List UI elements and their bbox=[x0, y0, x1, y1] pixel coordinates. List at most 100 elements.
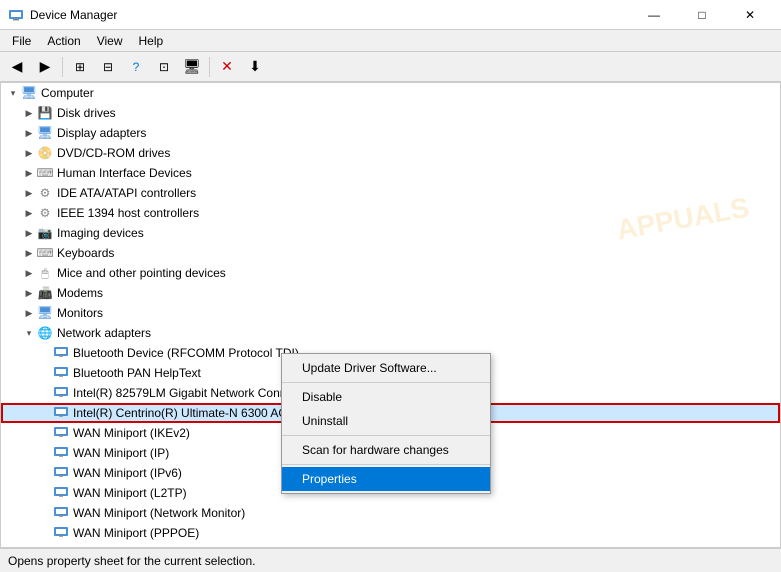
title-bar: Device Manager — □ ✕ bbox=[0, 0, 781, 30]
scan-button[interactable]: ⬇ bbox=[242, 55, 268, 79]
label-computer: Computer bbox=[41, 86, 94, 100]
label-monitors: Monitors bbox=[57, 306, 103, 320]
label-hid: Human Interface Devices bbox=[57, 166, 192, 180]
tree-item-wan-netmon[interactable]: ▶ WAN Miniport (Network Monitor) bbox=[1, 503, 780, 523]
icon-wan-pppoe bbox=[53, 525, 69, 541]
label-display: Display adapters bbox=[57, 126, 146, 140]
expand-icon-ide: ▶ bbox=[21, 185, 37, 201]
label-intel-centrino: Intel(R) Centrino(R) Ultimate-N 6300 AGN bbox=[73, 406, 296, 420]
tree-item-modems[interactable]: ▶ 📠 Modems bbox=[1, 283, 780, 303]
context-menu-disable[interactable]: Disable bbox=[282, 385, 490, 409]
label-ieee: IEEE 1394 host controllers bbox=[57, 206, 199, 220]
tree-item-ide[interactable]: ▶ ⚙ IDE ATA/ATAPI controllers bbox=[1, 183, 780, 203]
expand-icon-imaging: ▶ bbox=[21, 225, 37, 241]
update-driver-button[interactable]: ⊟ bbox=[95, 55, 121, 79]
icon-keyboard: ⌨ bbox=[37, 245, 53, 261]
label-wan-ipv6: WAN Miniport (IPv6) bbox=[73, 466, 182, 480]
context-menu-scan[interactable]: Scan for hardware changes bbox=[282, 438, 490, 462]
device-manager-button[interactable]: ⊡ bbox=[151, 55, 177, 79]
tree-item-network[interactable]: ▾ 🌐 Network adapters bbox=[1, 323, 780, 343]
help-button[interactable]: ? bbox=[123, 55, 149, 79]
expand-icon-monitors: ▶ bbox=[21, 305, 37, 321]
back-button[interactable]: ◀ bbox=[4, 55, 30, 79]
context-menu-uninstall[interactable]: Uninstall bbox=[282, 409, 490, 433]
device-tree[interactable]: APPUALS ▾ 🖥 Computer ▶ 💾 Disk drives ▶ 🖥… bbox=[0, 82, 781, 548]
app-icon bbox=[8, 7, 24, 23]
icon-wan-netmon bbox=[53, 505, 69, 521]
icon-wan-ip bbox=[53, 445, 69, 461]
tree-item-ieee[interactable]: ▶ ⚙ IEEE 1394 host controllers bbox=[1, 203, 780, 223]
label-disk: Disk drives bbox=[57, 106, 116, 120]
label-keyboard: Keyboards bbox=[57, 246, 114, 260]
icon-dvd: 📀 bbox=[37, 145, 53, 161]
menu-help[interactable]: Help bbox=[131, 32, 172, 50]
label-wan-ikev2: WAN Miniport (IKEv2) bbox=[73, 426, 190, 440]
tree-item-imaging[interactable]: ▶ 📷 Imaging devices bbox=[1, 223, 780, 243]
status-bar: Opens property sheet for the current sel… bbox=[0, 548, 781, 572]
icon-bluetooth1 bbox=[53, 345, 69, 361]
menu-file[interactable]: File bbox=[4, 32, 39, 50]
label-wan-pppoe: WAN Miniport (PPPOE) bbox=[73, 526, 199, 540]
icon-computer: 🖥 bbox=[21, 85, 37, 101]
window-title: Device Manager bbox=[30, 8, 117, 22]
tree-item-display[interactable]: ▶ 🖥 Display adapters bbox=[1, 123, 780, 143]
tree-item-mice[interactable]: ▶ 🖱 Mice and other pointing devices bbox=[1, 263, 780, 283]
icon-network: 🌐 bbox=[37, 325, 53, 341]
icon-wan-ipv6 bbox=[53, 465, 69, 481]
label-wan-l2tp: WAN Miniport (L2TP) bbox=[73, 486, 187, 500]
minimize-button[interactable]: — bbox=[631, 0, 677, 30]
icon-mice: 🖱 bbox=[37, 265, 53, 281]
icon-disk: 💾 bbox=[37, 105, 53, 121]
context-menu-sep-2 bbox=[282, 435, 490, 436]
context-menu-properties[interactable]: Properties bbox=[282, 467, 490, 491]
expand-icon-mice: ▶ bbox=[21, 265, 37, 281]
expand-icon-disk: ▶ bbox=[21, 105, 37, 121]
tree-item-wan-pppoe[interactable]: ▶ WAN Miniport (PPPOE) bbox=[1, 523, 780, 543]
expand-icon-hid: ▶ bbox=[21, 165, 37, 181]
icon-ieee: ⚙ bbox=[37, 205, 53, 221]
icon-imaging: 📷 bbox=[37, 225, 53, 241]
icon-wan-l2tp bbox=[53, 485, 69, 501]
menu-action[interactable]: Action bbox=[39, 32, 88, 50]
expand-icon-computer: ▾ bbox=[5, 85, 21, 101]
icon-hid: ⌨ bbox=[37, 165, 53, 181]
context-menu-update[interactable]: Update Driver Software... bbox=[282, 356, 490, 380]
maximize-button[interactable]: □ bbox=[679, 0, 725, 30]
tree-item-hid[interactable]: ▶ ⌨ Human Interface Devices bbox=[1, 163, 780, 183]
toolbar-sep-1 bbox=[62, 57, 63, 77]
expand-icon-dvd: ▶ bbox=[21, 145, 37, 161]
tree-item-dvd[interactable]: ▶ 📀 DVD/CD-ROM drives bbox=[1, 143, 780, 163]
properties-button[interactable]: ⊞ bbox=[67, 55, 93, 79]
label-dvd: DVD/CD-ROM drives bbox=[57, 146, 170, 160]
label-ide: IDE ATA/ATAPI controllers bbox=[57, 186, 196, 200]
label-modems: Modems bbox=[57, 286, 103, 300]
tree-item-keyboard[interactable]: ▶ ⌨ Keyboards bbox=[1, 243, 780, 263]
tree-item-wan-pptp[interactable]: ▶ WAN Miniport (PPTP) bbox=[1, 543, 780, 548]
label-wan-netmon: WAN Miniport (Network Monitor) bbox=[73, 506, 245, 520]
show-devices-button[interactable]: 🖥 bbox=[179, 55, 205, 79]
label-wan-pptp: WAN Miniport (PPTP) bbox=[73, 546, 189, 548]
label-imaging: Imaging devices bbox=[57, 226, 144, 240]
icon-wan-pptp bbox=[53, 545, 69, 548]
icon-intel82579 bbox=[53, 385, 69, 401]
tree-item-computer[interactable]: ▾ 🖥 Computer bbox=[1, 83, 780, 103]
expand-icon-modems: ▶ bbox=[21, 285, 37, 301]
expand-icon-display: ▶ bbox=[21, 125, 37, 141]
icon-monitor: 🖥 bbox=[37, 305, 53, 321]
close-button[interactable]: ✕ bbox=[727, 0, 773, 30]
label-bluetooth1: Bluetooth Device (RFCOMM Protocol TDI) bbox=[73, 346, 299, 360]
tree-item-disk[interactable]: ▶ 💾 Disk drives bbox=[1, 103, 780, 123]
window-controls: — □ ✕ bbox=[631, 0, 773, 30]
expand-icon-keyboard: ▶ bbox=[21, 245, 37, 261]
disable-button[interactable]: ✕ bbox=[214, 55, 240, 79]
context-menu-sep-1 bbox=[282, 382, 490, 383]
icon-modem: 📠 bbox=[37, 285, 53, 301]
forward-button[interactable]: ▶ bbox=[32, 55, 58, 79]
icon-display: 🖥 bbox=[37, 125, 53, 141]
icon-bluetooth2 bbox=[53, 365, 69, 381]
menu-bar: File Action View Help bbox=[0, 30, 781, 52]
menu-view[interactable]: View bbox=[89, 32, 131, 50]
label-mice: Mice and other pointing devices bbox=[57, 266, 226, 280]
tree-item-monitors[interactable]: ▶ 🖥 Monitors bbox=[1, 303, 780, 323]
expand-icon-network: ▾ bbox=[21, 325, 37, 341]
